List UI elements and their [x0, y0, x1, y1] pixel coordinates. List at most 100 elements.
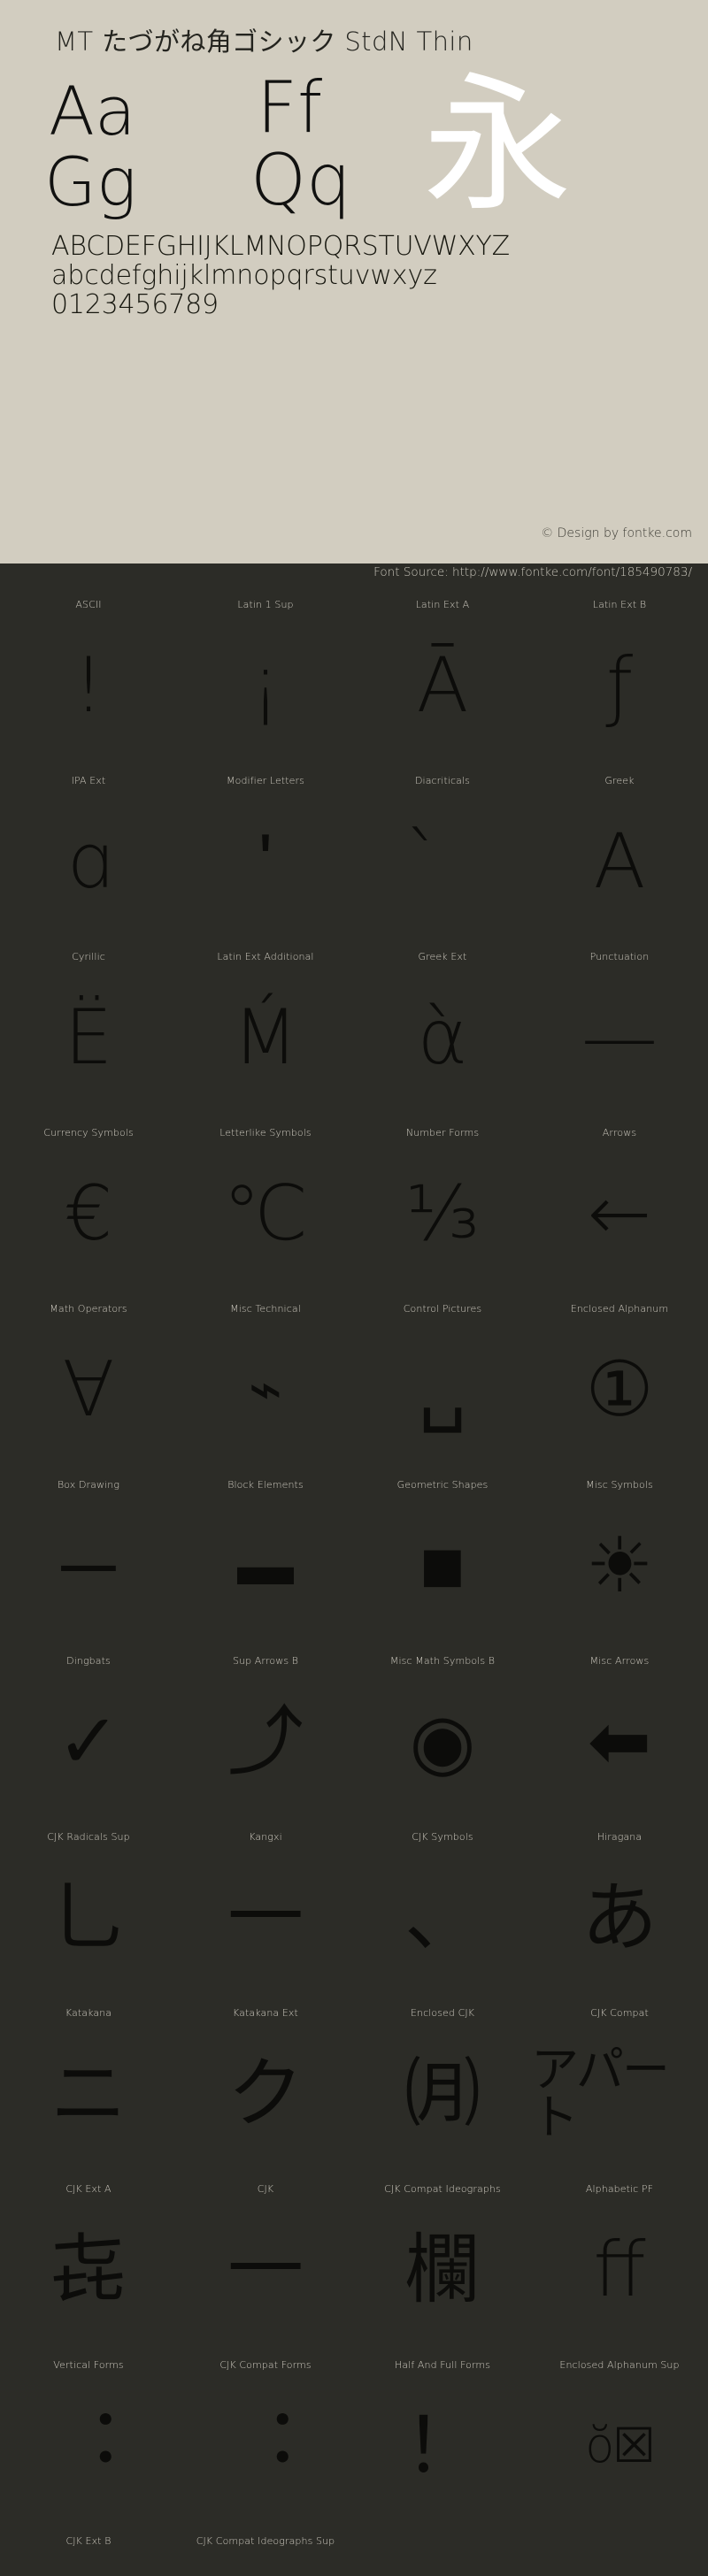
unicode-block-cell[interactable]: Number Forms ⅓	[354, 1122, 531, 1298]
unicode-block-cell[interactable]: Enclosed Alphanum Sup ŏ☒	[531, 2354, 708, 2530]
unicode-block-glyph: ¡	[250, 641, 281, 730]
unicode-block-cell[interactable]: Latin Ext AĀ	[354, 594, 531, 770]
unicode-block-glyph: ʹ	[258, 817, 273, 906]
unicode-block-cell[interactable]: CJK Ext Bŏ☒	[0, 2530, 177, 2576]
unicode-block-cell[interactable]: Cyrillic Ё	[0, 946, 177, 1122]
header-panel: MT たづがね角ゴシック StdN Thin Aa Gg Ff Qq 永 ABC…	[0, 0, 708, 564]
unicode-block-cell[interactable]: Currency Symbols €	[0, 1122, 177, 1298]
unicode-block-glyph: ␣	[418, 1346, 467, 1434]
page-title: MT たづがね角ゴシック StdN Thin	[55, 27, 473, 57]
unicode-block-glyph: ！	[404, 2402, 481, 2490]
unicode-block-glyph: ◉	[409, 1698, 476, 1786]
unicode-block-cell[interactable]: Misc Technical ⌁	[177, 1298, 354, 1474]
unicode-block-glyph: ニ	[50, 2050, 127, 2138]
unicode-block-glyph: ←	[587, 1169, 652, 1258]
alphabet-lowercase-line: abcdefghijklmnopqrstuvwxyz	[51, 260, 437, 291]
unicode-block-cell[interactable]: CJK 一	[177, 2178, 354, 2354]
unicode-block-cell[interactable]: Katakana ニ	[0, 2002, 177, 2178]
unicode-block-glyph: ■	[419, 1522, 466, 1610]
unicode-block-glyph: ─	[61, 1522, 116, 1610]
unicode-block-cell[interactable]: Block Elements ▬	[177, 1474, 354, 1650]
unicode-block-cell[interactable]: Greek Α	[531, 770, 708, 946]
unicode-block-glyph: ℃	[222, 1169, 309, 1258]
unicode-block-glyph: Ḿ	[232, 993, 299, 1082]
unicode-block-cell[interactable]: Kangxi 一	[177, 1826, 354, 2002]
unicode-block-cell[interactable]: Greek Ext ὰ	[354, 946, 531, 1122]
unicode-block-cell[interactable]: Misc Arrows ⬅	[531, 1650, 708, 1826]
unicode-block-cell[interactable]: Half And Full Forms！	[354, 2354, 531, 2530]
unicode-block-glyph: 一	[227, 1874, 304, 1962]
unicode-block-glyph: ⅓	[405, 1169, 480, 1258]
unicode-block-cell[interactable]: CJK Symbols、	[354, 1826, 531, 2002]
alphabet-uppercase-line: ABCDEFGHIJKLMNOPQRSTUVWXYZ	[51, 231, 511, 262]
unicode-block-cell[interactable]: Diacriticals̀	[354, 770, 531, 946]
unicode-block-cell[interactable]: Box Drawing ─	[0, 1474, 177, 1650]
unicode-block-cell[interactable]: Letterlike Symbols ℃	[177, 1122, 354, 1298]
unicode-block-cell[interactable]: CJK Compat アパート	[531, 2002, 708, 2178]
unicode-block-cell[interactable]: CJK Compat Ideographs Sup☒☒	[177, 2530, 354, 2576]
unicode-block-glyph: ὰ	[417, 993, 468, 1082]
unicode-block-glyph: アパート	[531, 2042, 670, 2145]
unicode-block-cell[interactable]: Katakana Ext ク	[177, 2002, 354, 2178]
source-bar: Font Source: http://www.fontke.com/font/…	[0, 564, 708, 588]
unicode-block-cell[interactable]: Math Operators ∀	[0, 1298, 177, 1474]
unicode-block-cell[interactable]: Enclosed CJK ㈪	[354, 2002, 531, 2178]
unicode-block-glyph: 乚	[50, 1874, 127, 1962]
unicode-block-glyph: ✓	[56, 1698, 121, 1786]
unicode-block-cell[interactable]: IPA Ext ɑ	[0, 770, 177, 946]
unicode-block-glyph: ɑ	[64, 817, 113, 906]
unicode-block-cell[interactable]: Latin 1 Sup ¡	[177, 594, 354, 770]
unicode-block-cell[interactable]: CJK Ext A㐂	[0, 2178, 177, 2354]
unicode-block-cell[interactable]: Dingbats ✓	[0, 1650, 177, 1826]
unicode-block-glyph: ŏ☒	[0, 2542, 177, 2576]
unicode-block-cell[interactable]: Latin Ext Additional Ḿ	[177, 946, 354, 1122]
unicode-block-glyph: €	[64, 1169, 113, 1258]
showcase-sample-cjk: 永	[423, 58, 572, 232]
alphabet-specimen: ABCDEFGHIJKLMNOPQRSTUVWXYZ abcdefghijklm…	[51, 232, 689, 319]
unicode-block-cell[interactable]: Control Pictures ␣	[354, 1298, 531, 1474]
unicode-block-cell[interactable]: Misc Math Symbols B ◉	[354, 1650, 531, 1826]
unicode-block-cell[interactable]: Sup Arrows B ⤴	[177, 1650, 354, 1826]
unicode-block-glyph: ㈪	[404, 2050, 481, 2138]
unicode-block-glyph: Ā	[416, 641, 469, 730]
unicode-block-cell[interactable]: Hiragana あ	[531, 1826, 708, 2002]
showcase-sample-aa: Aa	[49, 72, 136, 150]
unicode-block-cell[interactable]: Arrows ←	[531, 1122, 708, 1298]
unicode-block-glyph: ク	[227, 2050, 304, 2138]
unicode-block-glyph: ̀	[354, 782, 531, 941]
numerals-line: 0123456789	[51, 289, 219, 320]
unicode-block-cell[interactable]: ASCII!	[0, 594, 177, 770]
unicode-block-glyph: Ё	[64, 993, 113, 1082]
unicode-block-glyph: ☀	[585, 1522, 654, 1610]
unicode-block-cell[interactable]: CJK Compat Forms ︓	[177, 2354, 354, 2530]
unicode-block-cell[interactable]: Misc Symbols ☀	[531, 1474, 708, 1650]
showcase-sample-gg: Gg	[44, 142, 137, 221]
unicode-block-glyph: ff	[593, 2226, 646, 2314]
unicode-block-glyph: ⬅	[587, 1698, 652, 1786]
unicode-block-glyph: ︓	[50, 2402, 127, 2490]
showcase-sample-qq: Qq	[250, 139, 351, 221]
unicode-block-cell[interactable]: Punctuation —	[531, 946, 708, 1122]
unicode-block-cell[interactable]: CJK Compat Ideographs 欄	[354, 2178, 531, 2354]
unicode-block-cell[interactable]: Geometric Shapes ■	[354, 1474, 531, 1650]
unicode-block-cell[interactable]: Enclosed Alphanum ①	[531, 1298, 708, 1474]
unicode-block-cell[interactable]: Modifier Letters ʹ	[177, 770, 354, 946]
unicode-block-glyph: —	[581, 993, 658, 1082]
unicode-block-glyph: 欄	[404, 2226, 481, 2314]
font-specimen-page: MT たづがね角ゴシック StdN Thin Aa Gg Ff Qq 永 ABC…	[0, 0, 708, 2576]
unicode-block-glyph: 一	[227, 2226, 304, 2314]
unicode-block-glyph: ①	[585, 1346, 654, 1434]
glyph-showcase: Aa Gg Ff Qq 永	[0, 71, 708, 226]
showcase-sample-ff: Ff	[257, 66, 323, 149]
unicode-block-glyph: ☒☒	[177, 2542, 354, 2576]
unicode-block-glyph: 、	[404, 1874, 481, 1962]
unicode-block-cell[interactable]: Latin Ext Bƒ	[531, 594, 708, 770]
unicode-block-cell[interactable]: Alphabetic PF ff	[531, 2178, 708, 2354]
unicode-block-glyph: ⤴	[227, 1698, 304, 1786]
unicode-block-glyph: ƒ	[605, 641, 634, 730]
font-source-link[interactable]: Font Source: http://www.fontke.com/font/…	[373, 565, 692, 579]
unicode-block-glyph: 㐂	[50, 2226, 127, 2314]
unicode-block-glyph: ⌁	[248, 1357, 283, 1422]
unicode-block-cell[interactable]: Vertical Forms ︓	[0, 2354, 177, 2530]
unicode-block-cell[interactable]: CJK Radicals Sup 乚	[0, 1826, 177, 2002]
